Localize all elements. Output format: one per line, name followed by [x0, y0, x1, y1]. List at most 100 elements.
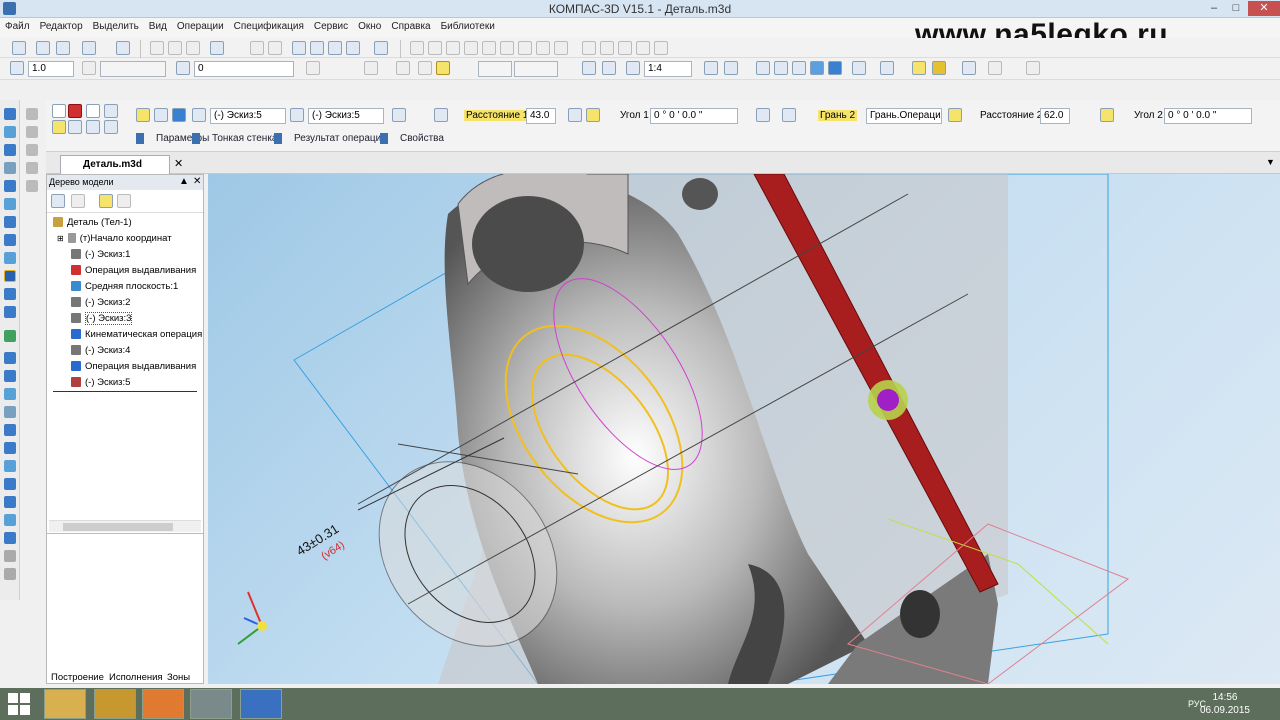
- sketch-list-icon[interactable]: [154, 108, 168, 122]
- tree-item-midplane[interactable]: Средняя плоскость:1: [71, 279, 219, 294]
- plane-icon[interactable]: [26, 180, 38, 192]
- undo-icon[interactable]: [250, 41, 264, 55]
- tabs-menu-icon[interactable]: ▼: [1266, 157, 1275, 167]
- sum-app-taskbar-icon[interactable]: [94, 689, 136, 719]
- tool-7-icon[interactable]: [4, 216, 16, 228]
- create-object-icon[interactable]: [52, 104, 66, 118]
- menu-specification[interactable]: Спецификация: [229, 18, 309, 32]
- menu-editor[interactable]: Редактор: [35, 18, 88, 32]
- distance1-lock-icon[interactable]: [568, 108, 582, 122]
- tool-5-icon[interactable]: [4, 180, 16, 192]
- rough-tool-icon[interactable]: [582, 41, 596, 55]
- system-clock[interactable]: 14:56 06.09.2015: [1200, 691, 1250, 717]
- face2-field[interactable]: Грань.Операция в: [866, 108, 942, 124]
- tree-structure-icon[interactable]: [51, 194, 65, 208]
- pan-icon[interactable]: [724, 61, 738, 75]
- measure-tool-icon[interactable]: [446, 41, 460, 55]
- distance2-confirm-icon[interactable]: [1100, 108, 1114, 122]
- menu-window[interactable]: Окно: [353, 18, 386, 32]
- angle2-field[interactable]: 0 ° 0 ' 0.0 ": [1164, 108, 1252, 124]
- dimension-tool-icon[interactable]: [482, 41, 496, 55]
- menu-service[interactable]: Сервис: [309, 18, 353, 32]
- tree-item-detail[interactable]: Деталь (Тел-1): [53, 215, 201, 230]
- curve-icon[interactable]: [26, 108, 38, 120]
- sketch-b-icon[interactable]: [290, 108, 304, 122]
- start-button[interactable]: [8, 693, 30, 715]
- tab-executions[interactable]: Исполнения: [109, 672, 163, 683]
- remember-state-icon[interactable]: [68, 120, 82, 134]
- orientation-icon[interactable]: [756, 61, 770, 75]
- coordinate-x-field[interactable]: [478, 61, 512, 77]
- model-viewport[interactable]: 43±0.31 (v64): [208, 174, 1280, 684]
- tree-item-sketch3[interactable]: (-) Эскиз:3: [71, 311, 219, 326]
- maximize-icon[interactable]: □: [1225, 1, 1247, 16]
- document-tab-close-icon[interactable]: ✕: [174, 157, 183, 170]
- variables-icon[interactable]: [328, 41, 342, 55]
- zoom-in-icon[interactable]: [602, 61, 616, 75]
- ortho-icon[interactable]: [396, 61, 410, 75]
- sketch-select-icon[interactable]: [136, 108, 150, 122]
- tool-23-icon[interactable]: [4, 514, 16, 526]
- tab-properties[interactable]: Свойства: [380, 133, 444, 144]
- direction-icon[interactable]: [392, 108, 406, 122]
- menu-select[interactable]: Выделить: [88, 18, 144, 32]
- model-canvas[interactable]: 43±0.31 (v64): [208, 174, 1280, 684]
- cut-icon[interactable]: [150, 41, 164, 55]
- tree-close-icon[interactable]: ✕: [193, 176, 201, 187]
- tool-6-icon[interactable]: [4, 198, 16, 210]
- angle1-field[interactable]: 0 ° 0 ' 0.0 ": [650, 108, 738, 124]
- stop-icon[interactable]: [68, 104, 82, 118]
- layer-icon[interactable]: [176, 61, 190, 75]
- scale-field[interactable]: 1.0: [28, 61, 74, 77]
- properties-icon[interactable]: [210, 41, 224, 55]
- axis-icon[interactable]: [26, 162, 38, 174]
- distance1-field[interactable]: 43.0: [526, 108, 556, 124]
- tab-thin-wall[interactable]: Тонкая стенка: [192, 133, 277, 144]
- new-file-icon[interactable]: [12, 41, 26, 55]
- tool-10-icon[interactable]: [4, 270, 16, 282]
- tree-item-sketch2[interactable]: (-) Эскиз:2: [71, 295, 219, 310]
- coordinate-y-field[interactable]: [514, 61, 558, 77]
- tree-filter-icon[interactable]: [117, 194, 131, 208]
- menu-view[interactable]: Вид: [144, 18, 172, 32]
- leader-tool-icon[interactable]: [618, 41, 632, 55]
- sketch-tool-icon[interactable]: [410, 41, 424, 55]
- sketch-a-icon[interactable]: [192, 108, 206, 122]
- section-icon[interactable]: [912, 61, 926, 75]
- fillet-tool-icon[interactable]: [554, 41, 568, 55]
- tree-item-origin[interactable]: ⊞ (т)Начало координат: [57, 231, 205, 246]
- tool-19-icon[interactable]: [4, 442, 16, 454]
- help-pointer-icon[interactable]: [52, 120, 66, 134]
- tree-list-icon[interactable]: [71, 194, 85, 208]
- method-icon[interactable]: [434, 108, 448, 122]
- tool-4-icon[interactable]: [4, 162, 16, 174]
- tab-construction[interactable]: Построение: [51, 672, 104, 683]
- snap-icon[interactable]: [418, 61, 432, 75]
- radius-tool-icon[interactable]: [500, 41, 514, 55]
- redo-icon[interactable]: [268, 41, 282, 55]
- layer-field[interactable]: 0: [194, 61, 294, 77]
- tab-operation-result[interactable]: Результат операции: [274, 133, 387, 144]
- sketch-b-field[interactable]: (-) Эскиз:5: [308, 108, 384, 124]
- text-tool-icon[interactable]: [654, 41, 668, 55]
- copy-icon[interactable]: [168, 41, 182, 55]
- document-tab[interactable]: Деталь.m3d: [60, 155, 170, 174]
- library-icon[interactable]: [310, 41, 324, 55]
- grid-icon[interactable]: [364, 61, 378, 75]
- mini-preview-icon[interactable]: [86, 120, 100, 134]
- distance2-field[interactable]: 62.0: [1040, 108, 1070, 124]
- tool-21-icon[interactable]: [4, 478, 16, 490]
- paste-icon[interactable]: [186, 41, 200, 55]
- zoom-window-icon[interactable]: [582, 61, 596, 75]
- tool-25-icon[interactable]: [4, 550, 16, 562]
- wireframe-icon[interactable]: [774, 61, 788, 75]
- tool-11-icon[interactable]: [4, 288, 16, 300]
- info-icon[interactable]: [104, 120, 118, 134]
- tree-item-sketch5[interactable]: (-) Эскиз:5: [71, 375, 219, 390]
- tree-hscrollbar[interactable]: [49, 520, 201, 532]
- menu-operations[interactable]: Операции: [172, 18, 229, 32]
- face2-confirm-icon[interactable]: [948, 108, 962, 122]
- tool-9-icon[interactable]: [4, 252, 16, 264]
- kompas-taskbar-icon[interactable]: [240, 689, 282, 719]
- spline-icon[interactable]: [26, 126, 38, 138]
